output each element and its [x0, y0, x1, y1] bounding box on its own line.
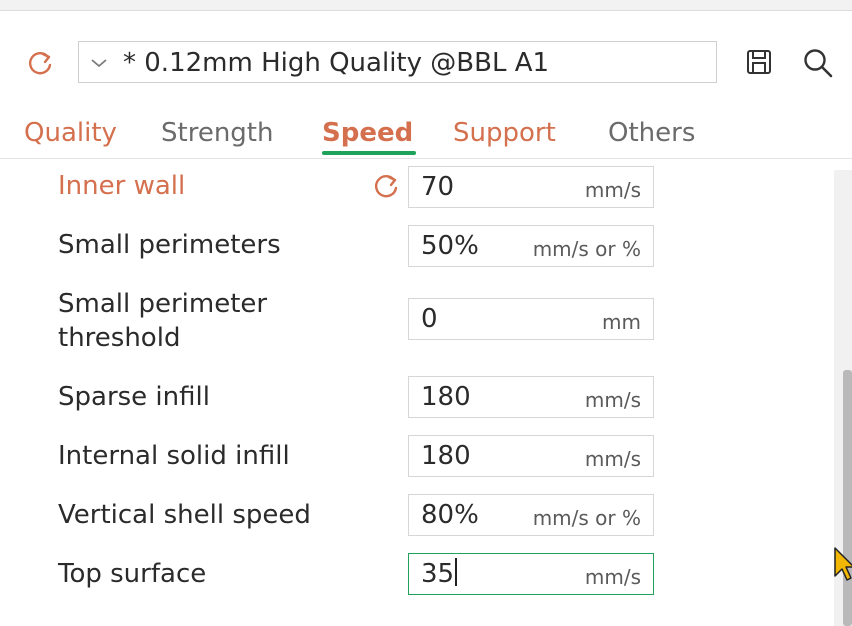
small-perimeters-label: Small perimeters — [58, 230, 281, 260]
small-perimeter-threshold-unit: mm — [602, 310, 641, 334]
inner-wall-field[interactable]: 70 mm/s — [408, 166, 654, 208]
small-perimeter-threshold-label-line1: Small perimeter — [58, 289, 268, 319]
top-strip — [0, 0, 852, 11]
reset-arrow-icon[interactable] — [370, 171, 402, 201]
internal-solid-infill-field[interactable]: 180 mm/s — [408, 435, 654, 477]
active-tab-indicator — [322, 151, 416, 155]
reset-arrow-icon[interactable] — [24, 48, 56, 78]
top-surface-unit: mm/s — [584, 565, 641, 589]
sparse-infill-value: 180 — [421, 382, 471, 412]
top-surface-field[interactable]: 35 mm/s — [408, 553, 654, 595]
internal-solid-infill-value: 180 — [421, 441, 471, 471]
save-icon[interactable] — [744, 47, 774, 77]
small-perimeters-unit: mm/s or % — [532, 237, 641, 261]
vertical-shell-speed-value: 80% — [421, 500, 479, 530]
sparse-infill-field[interactable]: 180 mm/s — [408, 376, 654, 418]
tabs-divider — [0, 158, 852, 159]
chevron-down-icon — [91, 59, 107, 68]
top-surface-value-wrap: 35 — [421, 557, 458, 591]
tab-quality[interactable]: Quality — [24, 116, 117, 150]
inner-wall-label: Inner wall — [58, 171, 186, 201]
tab-others[interactable]: Others — [608, 116, 695, 150]
search-icon[interactable] — [800, 45, 836, 81]
small-perimeters-field[interactable]: 50% mm/s or % — [408, 225, 654, 267]
small-perimeter-threshold-value: 0 — [421, 304, 438, 334]
vertical-shell-speed-unit: mm/s or % — [532, 506, 641, 530]
small-perimeter-threshold-label-line2: threshold — [58, 323, 181, 353]
small-perimeters-value: 50% — [421, 231, 479, 261]
preset-name: * 0.12mm High Quality @BBL A1 — [123, 48, 550, 78]
internal-solid-infill-label: Internal solid infill — [58, 441, 290, 471]
preset-dropdown[interactable]: * 0.12mm High Quality @BBL A1 — [78, 41, 717, 83]
inner-wall-value: 70 — [421, 172, 455, 202]
tab-speed[interactable]: Speed — [322, 116, 413, 150]
tab-support[interactable]: Support — [453, 116, 556, 150]
top-surface-value: 35 — [421, 559, 455, 589]
tab-strength[interactable]: Strength — [161, 116, 273, 150]
sparse-infill-unit: mm/s — [584, 388, 641, 412]
tab-bar: Quality Strength Speed Support Others — [0, 110, 852, 158]
internal-solid-infill-unit: mm/s — [584, 447, 641, 471]
inner-wall-unit: mm/s — [584, 178, 641, 202]
small-perimeter-threshold-field[interactable]: 0 mm — [408, 298, 654, 340]
text-caret — [455, 558, 458, 586]
scrollbar-thumb[interactable] — [843, 370, 852, 626]
sparse-infill-label: Sparse infill — [58, 382, 210, 412]
mouse-cursor-icon — [834, 547, 852, 581]
vertical-shell-speed-label: Vertical shell speed — [58, 500, 311, 530]
top-surface-label: Top surface — [58, 559, 207, 589]
vertical-shell-speed-field[interactable]: 80% mm/s or % — [408, 494, 654, 536]
